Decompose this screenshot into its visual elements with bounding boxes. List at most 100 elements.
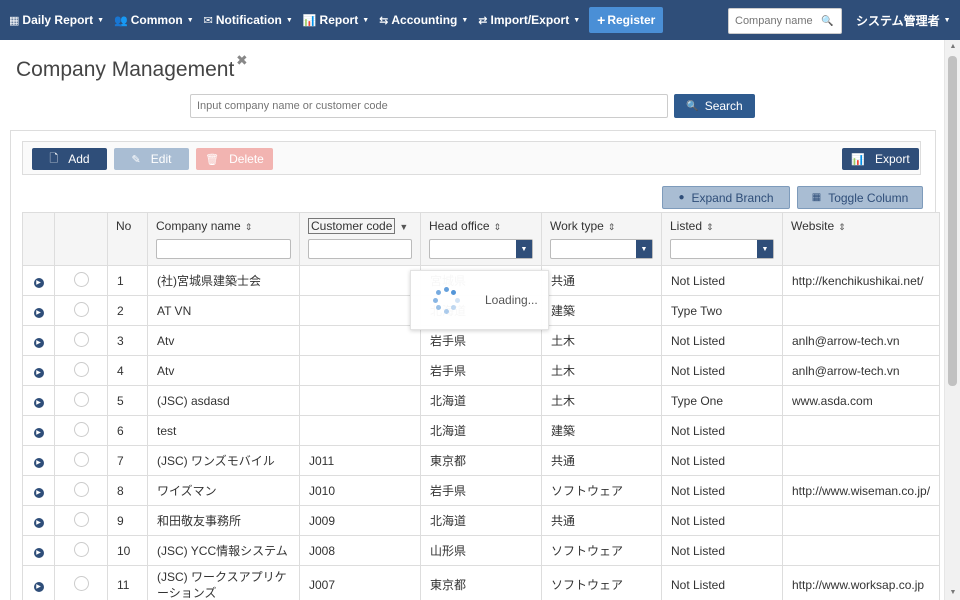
- add-button[interactable]: 🗋 Add: [32, 148, 107, 170]
- caret-down-icon: ▼: [573, 16, 581, 24]
- row-radio[interactable]: [73, 451, 89, 467]
- user-menu[interactable]: システム管理者 ▼: [856, 0, 951, 40]
- expand-branch-button[interactable]: ● Expand Branch: [662, 186, 790, 209]
- sort-icon[interactable]: ⇕: [706, 222, 714, 232]
- chevron-circle-icon[interactable]: ▶: [33, 368, 44, 378]
- table-row[interactable]: ▶ 7 (JSC) ワンズモバイル J011 東京都 共通 Not Listed: [22, 445, 941, 476]
- header-head-office[interactable]: Head office ⇕ ▼: [420, 212, 542, 266]
- table-row[interactable]: ▶ 6 test 北海道 建築 Not Listed: [22, 415, 941, 446]
- row-expand-cell[interactable]: ▶: [22, 445, 55, 476]
- table-row[interactable]: ▶ 5 (JSC) asdasd 北海道 土木 Type One www.asda.com: [22, 385, 941, 416]
- row-select-cell[interactable]: [54, 385, 108, 416]
- row-expand-cell[interactable]: ▶: [22, 265, 55, 296]
- register-button[interactable]: + Register: [589, 7, 664, 33]
- row-radio[interactable]: [73, 541, 89, 557]
- page-scrollbar[interactable]: ▲ ▼: [944, 40, 960, 600]
- chevron-circle-icon[interactable]: ▶: [33, 338, 44, 348]
- header-company-name-label: Company name: [156, 219, 241, 233]
- table-row[interactable]: ▶ 11 (JSC) ワークスアプリケーションズ J007 東京都 ソフトウェア Not L…: [22, 565, 941, 600]
- row-expand-cell[interactable]: ▶: [22, 415, 55, 446]
- row-radio[interactable]: [73, 421, 89, 437]
- row-expand-cell[interactable]: ▶: [22, 535, 55, 566]
- row-expand-cell[interactable]: ▶: [22, 505, 55, 536]
- sort-icon[interactable]: ⇕: [608, 222, 616, 232]
- row-radio[interactable]: [73, 301, 89, 317]
- row-select-cell[interactable]: [54, 535, 108, 566]
- row-radio[interactable]: [73, 361, 89, 377]
- search-button[interactable]: 🔍 Search: [674, 94, 755, 118]
- table-row[interactable]: ▶ 4 Atv 岩手県 土木 Not Listed anlh@arrow-tech.vn: [22, 355, 941, 386]
- chevron-circle-icon[interactable]: ▶: [33, 398, 44, 408]
- row-select-cell[interactable]: [54, 415, 108, 446]
- nav-search-input[interactable]: [735, 15, 817, 27]
- sort-icon[interactable]: ⇕: [245, 222, 253, 232]
- row-expand-cell[interactable]: ▶: [22, 325, 55, 356]
- row-expand-cell[interactable]: ▶: [22, 295, 55, 326]
- export-button[interactable]: 📊 Export: [842, 148, 919, 170]
- row-radio[interactable]: [73, 391, 89, 407]
- search-icon[interactable]: 🔍: [821, 16, 833, 27]
- cell-website: [781, 445, 941, 476]
- sort-desc-icon[interactable]: ▼: [399, 222, 408, 232]
- scroll-down-icon[interactable]: ▼: [948, 589, 958, 596]
- row-select-cell[interactable]: [54, 445, 108, 476]
- chevron-circle-icon[interactable]: ▶: [33, 278, 44, 288]
- row-radio[interactable]: [73, 481, 89, 497]
- chevron-circle-icon[interactable]: ▶: [33, 458, 44, 468]
- customer-code-filter[interactable]: [308, 239, 412, 259]
- export-label: Export: [875, 152, 910, 166]
- cell-head-office: 東京都: [420, 565, 542, 600]
- edit-button[interactable]: ✎ Edit: [114, 148, 189, 170]
- row-radio[interactable]: [73, 575, 89, 591]
- chevron-circle-icon[interactable]: ▶: [33, 428, 44, 438]
- row-select-cell[interactable]: [54, 355, 108, 386]
- row-expand-cell[interactable]: ▶: [22, 475, 55, 506]
- row-radio[interactable]: [73, 511, 89, 527]
- table-row[interactable]: ▶ 8 ワイズマン J010 岩手県 ソフトウェア Not Listed http://www…: [22, 475, 941, 506]
- nav-notification[interactable]: ✉ Notification ▼: [199, 0, 298, 40]
- company-name-filter[interactable]: [156, 239, 291, 259]
- row-select-cell[interactable]: [54, 265, 108, 296]
- work-type-filter[interactable]: ▼: [550, 239, 653, 259]
- header-company-name[interactable]: Company name ⇕: [147, 212, 300, 266]
- nav-common[interactable]: 👥 Common ▼: [109, 0, 199, 40]
- sort-icon[interactable]: ⇕: [838, 222, 846, 232]
- row-expand-cell[interactable]: ▶: [22, 565, 55, 600]
- scroll-thumb[interactable]: [948, 56, 957, 386]
- nav-import-export[interactable]: ⇄ Import/Export ▼: [473, 0, 585, 40]
- nav-daily-report[interactable]: ▦ Daily Report ▼: [4, 0, 109, 40]
- header-website[interactable]: Website ⇕: [781, 212, 941, 266]
- nav-accounting[interactable]: ⇆ Accounting ▼: [374, 0, 473, 40]
- table-row[interactable]: ▶ 3 Atv 岩手県 土木 Not Listed anlh@arrow-tech.vn: [22, 325, 941, 356]
- close-icon[interactable]: ✖: [236, 52, 248, 69]
- row-radio[interactable]: [73, 271, 89, 287]
- row-select-cell[interactable]: [54, 475, 108, 506]
- bar-chart-icon: 📊: [851, 153, 865, 166]
- row-select-cell[interactable]: [54, 505, 108, 536]
- nav-report[interactable]: 📊 Report ▼: [298, 0, 374, 40]
- row-expand-cell[interactable]: ▶: [22, 355, 55, 386]
- chevron-circle-icon[interactable]: ▶: [33, 518, 44, 528]
- row-select-cell[interactable]: [54, 565, 108, 600]
- columns-icon: ▦: [811, 192, 822, 203]
- head-office-filter[interactable]: ▼: [429, 239, 533, 259]
- scroll-up-icon[interactable]: ▲: [948, 43, 958, 50]
- row-select-cell[interactable]: [54, 325, 108, 356]
- header-work-type[interactable]: Work type ⇕ ▼: [541, 212, 662, 266]
- table-row[interactable]: ▶ 10 (JSC) YCC情報システム J008 山形県 ソフトウェア Not Liste…: [22, 535, 941, 566]
- chevron-circle-icon[interactable]: ▶: [33, 548, 44, 558]
- sort-icon[interactable]: ⇕: [494, 222, 502, 232]
- chevron-circle-icon[interactable]: ▶: [33, 488, 44, 498]
- toggle-column-button[interactable]: ▦ Toggle Column: [797, 186, 923, 209]
- chevron-circle-icon[interactable]: ▶: [33, 308, 44, 318]
- listed-filter[interactable]: ▼: [670, 239, 774, 259]
- chevron-circle-icon[interactable]: ▶: [33, 582, 44, 592]
- row-radio[interactable]: [73, 331, 89, 347]
- company-search-input[interactable]: [190, 94, 668, 118]
- header-listed[interactable]: Listed ⇕ ▼: [661, 212, 783, 266]
- header-customer-code[interactable]: Customer code ▼: [299, 212, 421, 266]
- table-row[interactable]: ▶ 9 和田敬友事務所 J009 北海道 共通 Not Listed: [22, 505, 941, 536]
- row-select-cell[interactable]: [54, 295, 108, 326]
- delete-button[interactable]: 🗑 Delete: [196, 148, 273, 170]
- row-expand-cell[interactable]: ▶: [22, 385, 55, 416]
